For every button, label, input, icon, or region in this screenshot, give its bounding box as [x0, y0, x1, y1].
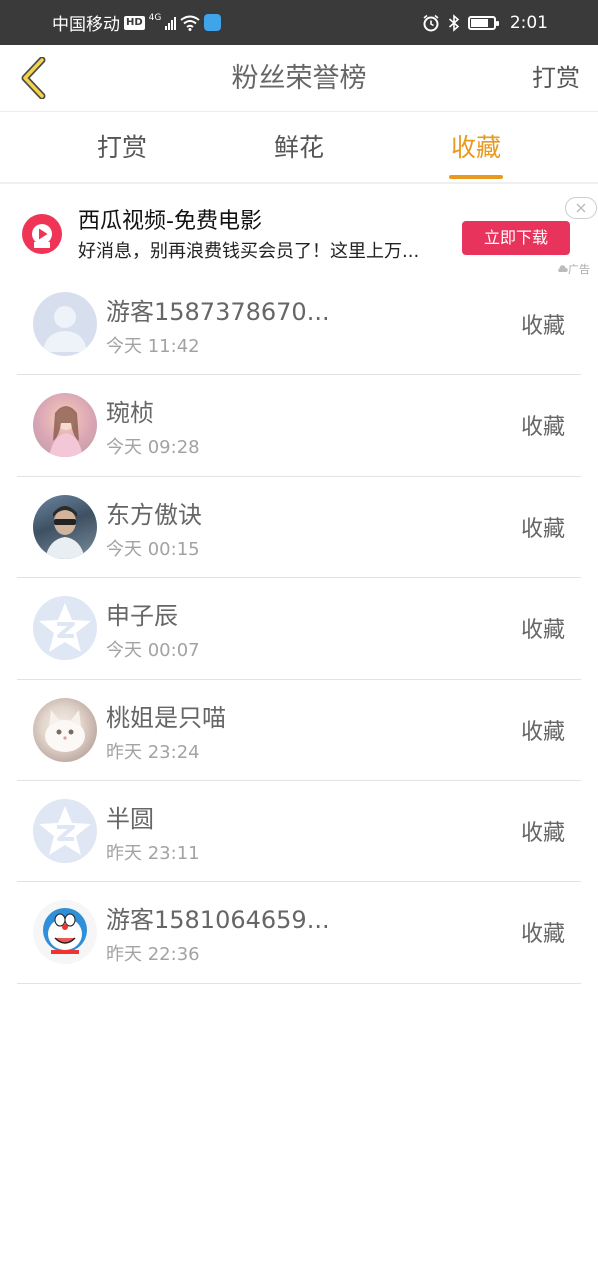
tab-flowers[interactable]: 鲜花 — [219, 112, 379, 184]
avatar — [33, 900, 97, 965]
default-user-icon — [43, 306, 87, 352]
cloud-icon — [558, 265, 568, 272]
fan-time: 今天 00:07 — [106, 640, 200, 662]
user-photo-icon — [45, 505, 85, 559]
fan-name: 游客1581064659... — [106, 906, 330, 935]
signal-icon — [165, 16, 177, 30]
list-item[interactable]: 游客1587378670... 今天 11:42 收藏 — [0, 274, 598, 376]
battery-icon — [467, 15, 499, 30]
wifi-icon — [180, 15, 200, 31]
page-title: 粉丝荣誉榜 — [231, 63, 367, 94]
chevron-left-icon — [21, 57, 46, 99]
tab-favorites[interactable]: 收藏 — [396, 112, 556, 184]
fan-time: 今天 11:42 — [106, 336, 200, 357]
fan-name: 桃姐是只喵 — [106, 703, 226, 732]
hd-badge: HD — [124, 15, 145, 30]
fan-time: 昨天 23:11 — [106, 842, 200, 864]
avatar — [33, 596, 97, 661]
ad-banner[interactable]: 西瓜视频-免费电影 好消息，别再浪费钱买会员了！这里上万... 立即下载 广告 — [0, 186, 598, 278]
tab-bar: 打赏 鲜花 收藏 — [0, 112, 598, 184]
fan-action-label: 收藏 — [520, 415, 565, 441]
fan-action-label: 收藏 — [520, 618, 565, 644]
fan-name: 东方傲诀 — [106, 500, 202, 529]
avatar — [33, 697, 97, 762]
fan-action-label: 收藏 — [520, 922, 565, 948]
close-icon — [576, 203, 586, 213]
avatar — [33, 393, 97, 458]
fan-action-label: 收藏 — [520, 820, 565, 846]
list-item[interactable]: 半圆 昨天 23:11 收藏 — [0, 781, 598, 883]
user-photo-icon — [49, 406, 83, 458]
tab-active-indicator — [449, 175, 503, 179]
xigua-video-logo-icon — [22, 214, 62, 254]
fan-time: 今天 00:15 — [106, 538, 200, 560]
avatar — [33, 292, 97, 356]
status-bar: 中国移动 HD 4G 2:01 — [0, 0, 598, 45]
carrier-label: 中国移动 — [52, 15, 120, 35]
tab-reward[interactable]: 打赏 — [42, 112, 202, 184]
ad-description: 好消息，别再浪费钱买会员了！这里上万... — [78, 241, 420, 262]
list-item[interactable]: 申子辰 今天 00:07 收藏 — [0, 578, 598, 680]
fan-time: 今天 09:28 — [106, 437, 200, 459]
list-item[interactable]: 桃姐是只喵 昨天 23:24 收藏 — [0, 680, 598, 782]
bluetooth-icon — [448, 13, 460, 32]
fan-name: 游客1587378670... — [106, 298, 330, 326]
list-item[interactable]: 游客1581064659... 昨天 22:36 收藏 — [0, 882, 598, 985]
ad-title: 西瓜视频-免费电影 — [78, 209, 262, 234]
fan-time: 昨天 22:36 — [106, 944, 200, 966]
alarm-icon — [423, 14, 439, 31]
fan-action-label: 收藏 — [520, 314, 565, 339]
network-type: 4G — [148, 12, 162, 23]
app-notification-icon — [204, 14, 222, 31]
fan-action-label: 收藏 — [520, 719, 565, 745]
ad-close-button[interactable] — [565, 197, 597, 219]
avatar — [33, 494, 97, 559]
nav-bar: 粉丝荣誉榜 打赏 — [0, 45, 598, 112]
status-right: 2:01 — [422, 0, 548, 45]
reward-button[interactable]: 打赏 — [532, 45, 580, 112]
fan-list: 游客1587378670... 今天 11:42 收藏 琬桢 今天 09:28 … — [0, 274, 598, 985]
list-item[interactable]: 东方傲诀 今天 00:15 收藏 — [0, 477, 598, 579]
list-item[interactable]: 琬桢 今天 09:28 收藏 — [0, 375, 598, 478]
back-button[interactable] — [14, 55, 54, 101]
fan-time: 昨天 23:24 — [106, 741, 200, 763]
qzone-star-icon — [39, 603, 91, 653]
fan-name: 琬桢 — [106, 399, 154, 428]
fan-action-label: 收藏 — [520, 516, 565, 542]
cat-photo-icon — [45, 709, 85, 752]
doraemon-icon — [43, 908, 87, 955]
status-left: 中国移动 HD 4G — [52, 0, 222, 45]
clock-time: 2:01 — [509, 12, 548, 33]
avatar — [33, 798, 97, 863]
fan-name: 申子辰 — [106, 602, 178, 631]
ad-download-button[interactable]: 立即下载 — [462, 221, 570, 255]
qzone-star-icon — [39, 805, 91, 855]
fan-name: 半圆 — [106, 804, 154, 833]
